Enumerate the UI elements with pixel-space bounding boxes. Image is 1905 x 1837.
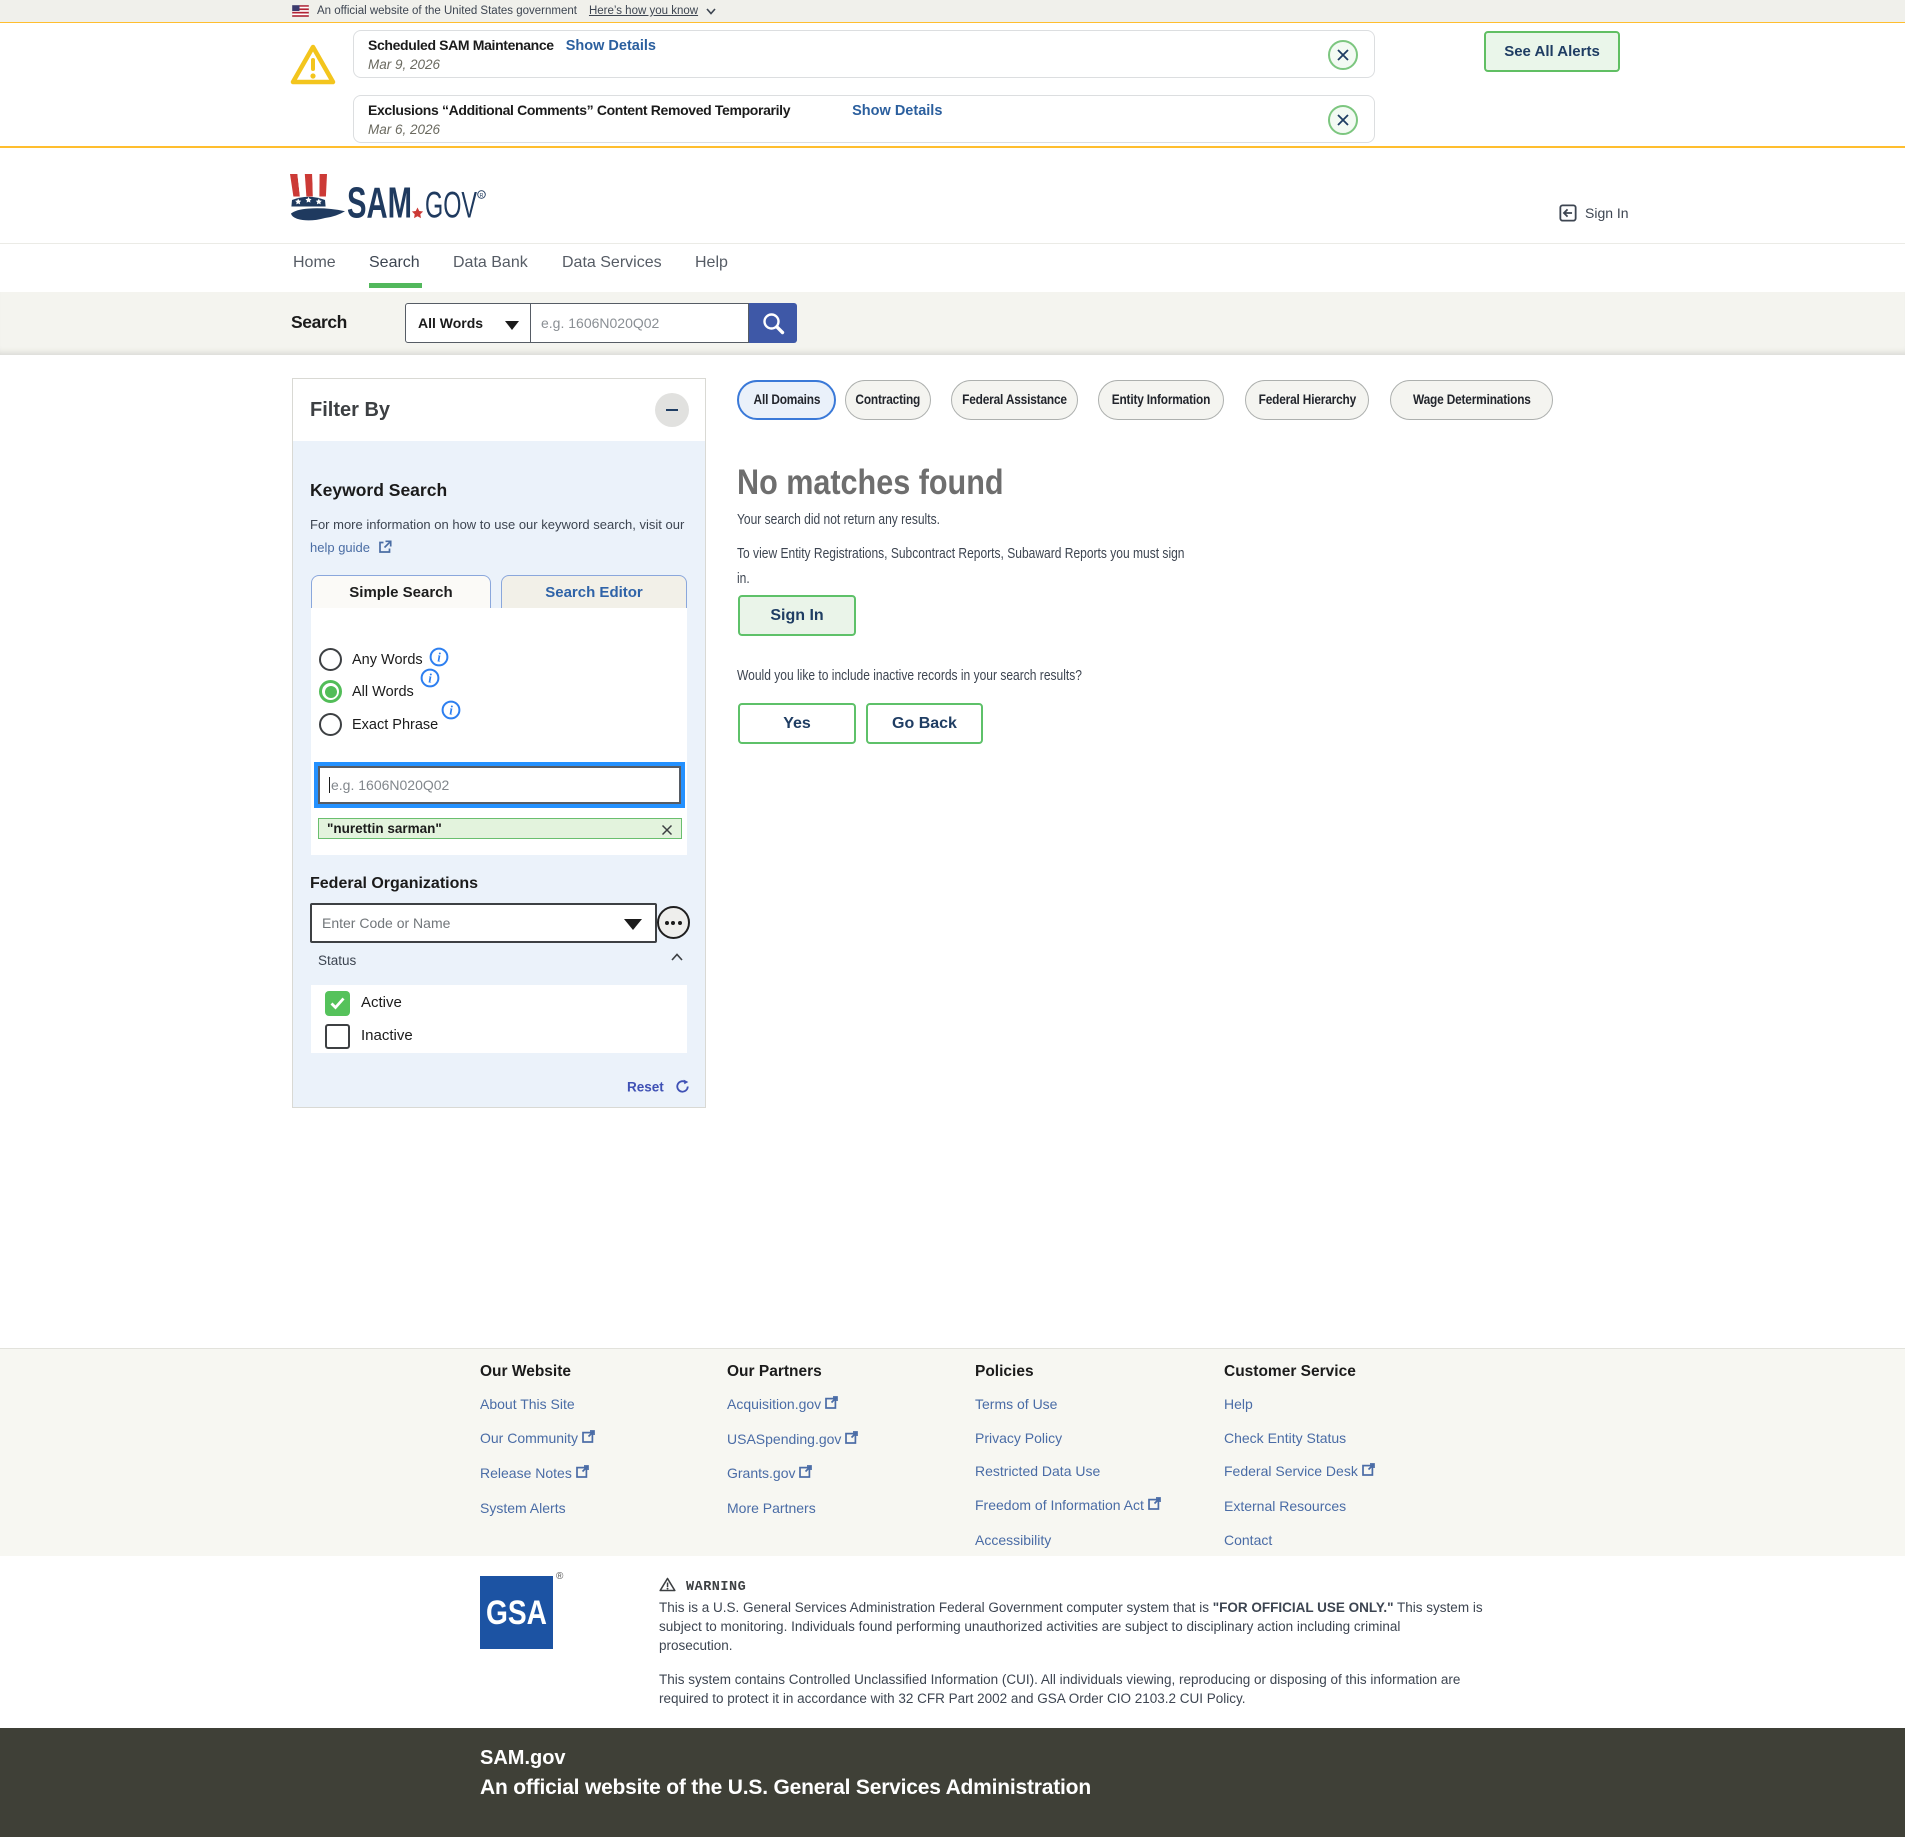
svg-text:R: R	[480, 193, 484, 199]
svg-text:GOV: GOV	[425, 185, 477, 226]
svg-text:GSA: GSA	[486, 1594, 547, 1632]
svg-text:i: i	[437, 650, 441, 665]
svg-text:i: i	[449, 703, 453, 718]
svg-text:i: i	[428, 671, 432, 686]
svg-text:SAM: SAM	[347, 179, 412, 227]
